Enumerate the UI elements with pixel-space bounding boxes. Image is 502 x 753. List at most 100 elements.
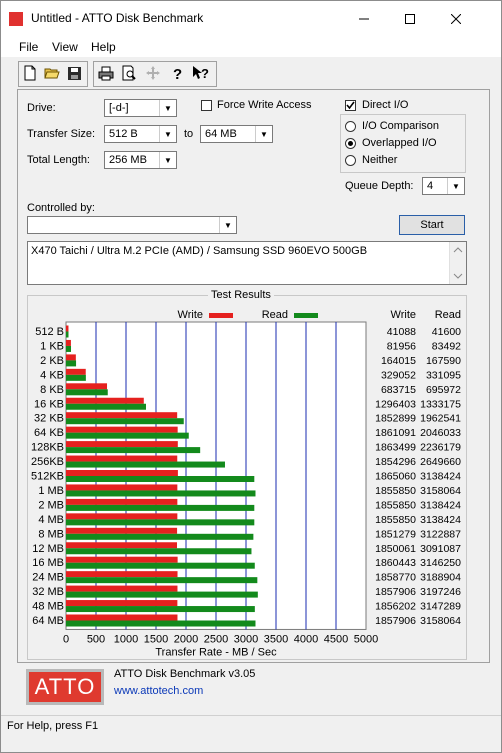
test-results-group: 0 500 1000 1500 2000 2500 3000 3500 4000 4500 5000… (27, 295, 467, 660)
write-value: 1855850 (375, 514, 416, 526)
save-button[interactable] (63, 62, 85, 84)
read-value: 83492 (432, 340, 461, 352)
read-value: 3158064 (420, 485, 461, 497)
print-preview-button[interactable] (118, 62, 140, 84)
write-value: 1863499 (375, 442, 416, 454)
read-bar (66, 418, 184, 425)
direct-io-checkbox[interactable] (345, 100, 356, 111)
category-label: 32 KB (34, 413, 64, 425)
menu-help[interactable]: Help (91, 40, 116, 54)
write-bar (66, 542, 178, 549)
x-tick-label: 3500 (264, 633, 288, 645)
write-value: 1852899 (375, 413, 416, 425)
title-bar[interactable]: Untitled - ATTO Disk Benchmark (1, 1, 501, 37)
write-column-header: Write (391, 309, 416, 321)
category-label: 8 KB (40, 384, 64, 396)
open-folder-icon (44, 68, 60, 79)
print-button[interactable] (95, 62, 117, 84)
write-bar (66, 368, 86, 375)
chevron-down-icon: ▼ (159, 100, 176, 116)
category-label: 256KB (31, 456, 64, 468)
x-tick-label: 4000 (294, 633, 318, 645)
write-value: 1851279 (375, 528, 416, 540)
read-value: 3147289 (420, 601, 461, 613)
controlled-by-select[interactable]: ▼ (27, 216, 237, 234)
description-scrollbar[interactable] (449, 242, 466, 284)
write-value: 1857906 (375, 586, 416, 598)
open-button[interactable] (41, 62, 63, 84)
category-label: 64 MB (32, 615, 64, 627)
close-icon (451, 14, 461, 24)
window-title: Untitled - ATTO Disk Benchmark (31, 11, 204, 25)
write-value: 1855850 (375, 499, 416, 511)
minimize-button[interactable] (341, 1, 387, 37)
description-textbox[interactable]: X470 Taichi / Ultra M.2 PCIe (AMD) / Sam… (27, 241, 467, 285)
write-value: 1856202 (375, 601, 416, 613)
read-bar (66, 403, 146, 410)
menu-view[interactable]: View (52, 40, 78, 54)
read-value: 3146250 (420, 557, 461, 569)
category-label: 2 MB (38, 499, 64, 511)
legend-write-label: Write (178, 309, 203, 321)
category-label: 64 KB (34, 427, 64, 439)
x-tick-label: 1000 (114, 633, 138, 645)
read-bar (66, 447, 201, 454)
transfer-rate-chart: 0 500 1000 1500 2000 2500 3000 3500 4000 4500 5000… (31, 309, 461, 658)
read-value: 167590 (426, 355, 461, 367)
read-bar (66, 490, 256, 497)
menu-file[interactable]: File (19, 40, 38, 54)
category-label: 24 MB (32, 572, 64, 584)
read-bar (66, 548, 252, 555)
read-bar (66, 591, 258, 598)
x-tick-label: 2500 (204, 633, 228, 645)
controlled-by-label: Controlled by: (27, 202, 95, 214)
write-bar (66, 614, 178, 621)
new-button[interactable] (19, 62, 41, 84)
drive-select[interactable]: [-d-] ▼ (104, 99, 177, 117)
scroll-up-icon (453, 247, 463, 253)
minimize-icon (359, 18, 369, 20)
queue-depth-label: Queue Depth: (345, 180, 414, 192)
write-bar (66, 325, 69, 332)
scroll-down-icon (453, 273, 463, 279)
neither-radio[interactable] (345, 155, 356, 166)
transfer-size-to-select[interactable]: 64 MB ▼ (200, 125, 273, 143)
io-comparison-radio[interactable] (345, 121, 356, 132)
read-value: 3138424 (420, 499, 461, 511)
write-bar (66, 354, 76, 361)
write-bar (66, 527, 178, 534)
read-bar (66, 461, 225, 468)
maximize-button[interactable] (387, 1, 433, 37)
write-bar (66, 383, 108, 390)
context-help-button[interactable]: ? (190, 62, 212, 84)
overlapped-io-radio[interactable] (345, 138, 356, 149)
app-version: ATTO Disk Benchmark v3.05 (114, 668, 256, 680)
write-value: 1855850 (375, 485, 416, 497)
write-bar (66, 484, 178, 491)
queue-depth-select[interactable]: 4 ▼ (422, 177, 465, 195)
question-mark-icon: ? (173, 66, 182, 81)
category-label: 1 MB (38, 485, 64, 497)
write-value: 1296403 (375, 398, 416, 410)
write-value: 1850061 (375, 543, 416, 555)
read-value: 3091087 (420, 543, 461, 555)
category-label: 32 MB (32, 586, 64, 598)
move-button[interactable] (142, 62, 164, 84)
help-button[interactable]: ? (166, 62, 188, 84)
read-bar (66, 360, 77, 367)
write-value: 41088 (387, 326, 416, 338)
x-tick-label: 500 (87, 633, 105, 645)
svg-text:?: ? (201, 66, 209, 81)
total-length-select[interactable]: 256 MB ▼ (104, 151, 177, 169)
maximize-icon (405, 14, 415, 24)
transfer-size-from-select[interactable]: 512 B ▼ (104, 125, 177, 143)
close-button[interactable] (433, 1, 479, 37)
force-write-access-label: Force Write Access (217, 99, 312, 111)
write-bar (66, 556, 178, 563)
to-label: to (184, 128, 194, 140)
read-bar (66, 432, 189, 439)
force-write-access-checkbox[interactable] (201, 100, 212, 111)
start-button[interactable]: Start (399, 215, 465, 235)
legend-write-swatch (209, 313, 233, 318)
website-link[interactable]: www.attotech.com (114, 685, 203, 697)
